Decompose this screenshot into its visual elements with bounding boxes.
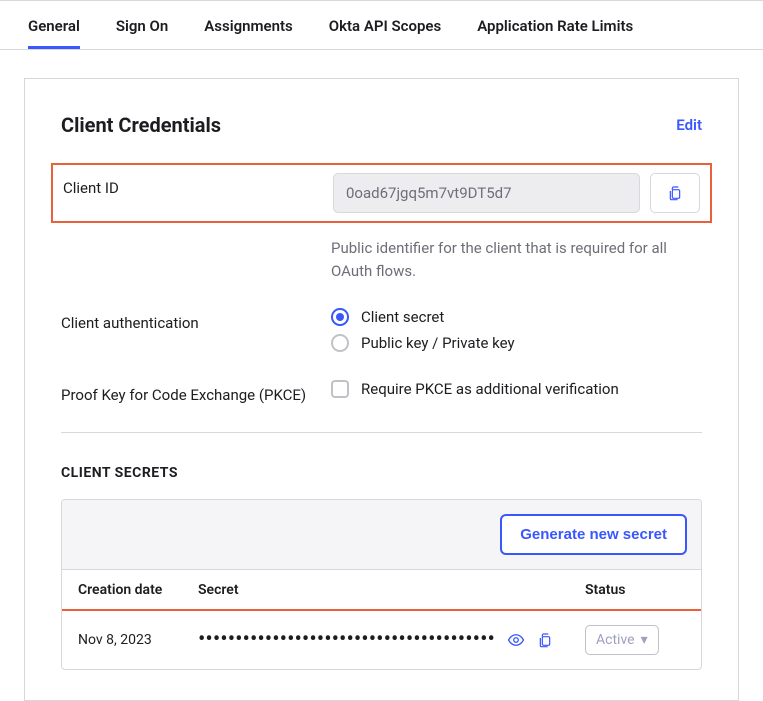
tab-okta-api-scopes[interactable]: Okta API Scopes bbox=[329, 3, 441, 48]
general-panel: Client Credentials Edit Client ID 0oad67… bbox=[24, 78, 739, 701]
chevron-down-icon: ▾ bbox=[641, 632, 648, 648]
radio-client-secret[interactable]: Client secret bbox=[331, 308, 702, 326]
tab-general[interactable]: General bbox=[28, 3, 80, 48]
credentials-title: Client Credentials bbox=[61, 113, 221, 137]
tab-sign-on[interactable]: Sign On bbox=[116, 3, 168, 48]
client-auth-label: Client authentication bbox=[61, 308, 331, 360]
clipboard-icon bbox=[667, 185, 683, 201]
radio-label: Client secret bbox=[361, 308, 444, 326]
radio-label: Public key / Private key bbox=[361, 334, 515, 352]
tabs: General Sign On Assignments Okta API Sco… bbox=[0, 0, 763, 50]
tab-assignments[interactable]: Assignments bbox=[204, 3, 292, 48]
col-creation-date: Creation date bbox=[78, 582, 198, 598]
tab-application-rate-limits[interactable]: Application Rate Limits bbox=[477, 3, 633, 48]
radio-icon bbox=[331, 334, 349, 352]
generate-new-secret-button[interactable]: Generate new secret bbox=[500, 514, 687, 555]
client-id-label: Client ID bbox=[63, 173, 333, 213]
col-status: Status bbox=[585, 582, 685, 598]
status-label: Active bbox=[596, 632, 635, 648]
table-row: Nov 8, 2023 ••••••••••••••••••••••••••••… bbox=[61, 609, 702, 670]
client-secrets-table: Generate new secret Creation date Secret… bbox=[61, 499, 702, 670]
table-header: Creation date Secret Status bbox=[62, 569, 701, 611]
secret-masked: •••••••••••••••••••••••••••••••••••••••• bbox=[198, 629, 495, 651]
secret-creation-date: Nov 8, 2023 bbox=[78, 632, 198, 648]
status-dropdown[interactable]: Active ▾ bbox=[585, 625, 659, 655]
client-id-field[interactable]: 0oad67jgq5m7vt9DT5d7 bbox=[333, 173, 640, 213]
client-secrets-title: CLIENT SECRETS bbox=[61, 465, 702, 481]
edit-button[interactable]: Edit bbox=[676, 116, 702, 134]
client-id-row: Client ID 0oad67jgq5m7vt9DT5d7 bbox=[51, 163, 712, 223]
client-id-help: Public identifier for the client that is… bbox=[331, 237, 702, 282]
clipboard-icon[interactable] bbox=[537, 632, 553, 648]
col-secret: Secret bbox=[198, 582, 585, 598]
pkce-label: Proof Key for Code Exchange (PKCE) bbox=[61, 380, 331, 406]
copy-client-id-button[interactable] bbox=[650, 173, 700, 213]
divider bbox=[61, 432, 702, 433]
checkbox-label: Require PKCE as additional verification bbox=[361, 380, 619, 398]
checkbox-require-pkce[interactable]: Require PKCE as additional verification bbox=[331, 380, 702, 398]
eye-icon[interactable] bbox=[507, 631, 525, 649]
radio-icon bbox=[331, 308, 349, 326]
radio-public-key[interactable]: Public key / Private key bbox=[331, 334, 702, 352]
checkbox-icon bbox=[331, 380, 349, 398]
